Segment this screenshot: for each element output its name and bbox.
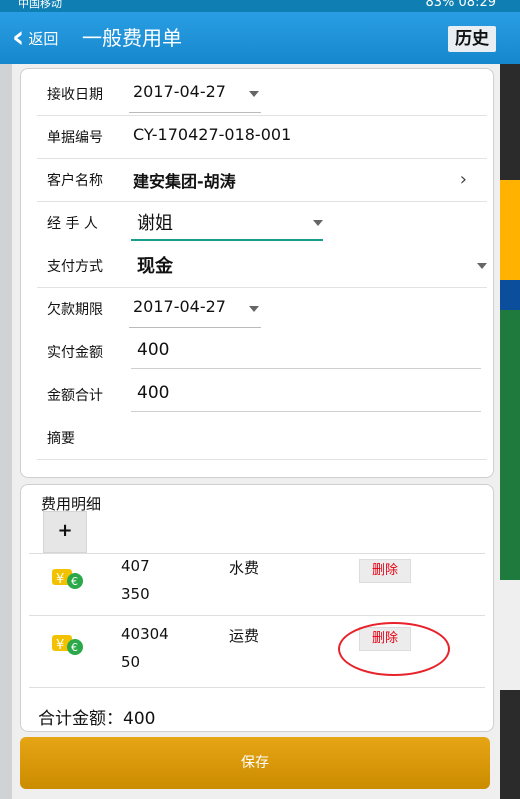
paid-amount-label: 实付金额 <box>47 345 103 361</box>
total-amount-input[interactable]: 400 <box>137 383 169 403</box>
receive-date-select[interactable]: 2017-04-27 <box>133 82 226 101</box>
fee-details-card: 费用明细 + ¥ € 407 350 水费 删除 ¥ € 40304 50 运费… <box>20 484 494 732</box>
chevron-left-icon: ‹ <box>12 20 25 55</box>
memo-label: 摘要 <box>47 431 75 447</box>
background-page-left <box>0 50 12 799</box>
fee-code: 40304 <box>121 625 169 643</box>
status-bar: 中国移动 83% 08:29 <box>0 0 520 12</box>
delete-button[interactable]: 删除 <box>359 559 411 583</box>
app-header: ‹ 返回 一般费用单 历史 <box>0 12 520 64</box>
total-amount-row: 金额合计 400 <box>37 374 487 416</box>
receive-date-row: 接收日期 2017-04-27 <box>37 73 487 116</box>
paid-amount-input[interactable]: 400 <box>137 340 169 360</box>
svg-text:¥: ¥ <box>56 572 64 587</box>
due-date-label: 欠款期限 <box>47 302 103 318</box>
history-button[interactable]: 历史 <box>448 26 496 52</box>
paid-amount-row: 实付金额 400 <box>37 331 487 373</box>
handler-select[interactable]: 谢姐 <box>137 209 173 235</box>
yen-money-icon: ¥ € <box>52 635 83 655</box>
page-title: 一般费用单 <box>82 26 182 50</box>
fee-amount: 350 <box>121 585 150 603</box>
receive-date-label: 接收日期 <box>47 87 103 103</box>
dropdown-arrow-icon <box>313 220 323 226</box>
due-date-row: 欠款期限 2017-04-27 <box>37 288 487 330</box>
total-amount-label: 金额合计 <box>47 388 103 404</box>
fee-amount: 50 <box>121 653 141 671</box>
customer-row[interactable]: 客户名称 建安集团-胡涛 › <box>37 159 487 202</box>
due-date-select[interactable]: 2017-04-27 <box>133 297 226 316</box>
doc-number-value: CY-170427-018-001 <box>133 125 292 144</box>
battery-clock: 83% 08:29 <box>425 0 497 10</box>
dropdown-arrow-icon <box>249 91 259 97</box>
back-label: 返回 <box>28 29 59 48</box>
payment-method-select[interactable]: 现金 <box>137 252 173 278</box>
svg-text:¥: ¥ <box>56 638 64 653</box>
handler-label: 经 手 人 <box>47 216 98 232</box>
carrier-label: 中国移动 <box>18 0 62 10</box>
chevron-right-icon[interactable]: › <box>460 169 467 190</box>
fee-name: 运费 <box>229 627 260 645</box>
fee-code: 407 <box>121 557 150 575</box>
svg-text:€: € <box>71 641 78 654</box>
payment-method-row: 支付方式 现金 <box>37 245 487 288</box>
handler-row: 经 手 人 谢姐 <box>37 202 487 244</box>
svg-text:€: € <box>71 575 78 588</box>
fee-name: 水费 <box>229 559 260 577</box>
main-panel: 接收日期 2017-04-27 单据编号 CY-170427-018-001 客… <box>12 64 500 799</box>
save-button[interactable]: 保存 <box>20 737 490 789</box>
yen-money-icon: ¥ € <box>52 569 83 589</box>
add-fee-button[interactable]: + <box>43 511 87 553</box>
doc-number-row: 单据编号 CY-170427-018-001 <box>37 116 487 159</box>
doc-number-label: 单据编号 <box>47 130 103 146</box>
back-button[interactable]: ‹ 返回 <box>12 22 58 54</box>
memo-row[interactable]: 摘要 <box>37 417 487 460</box>
customer-label: 客户名称 <box>47 173 103 189</box>
total-amount-summary: 合计金额：400 <box>38 709 156 729</box>
highlight-circle <box>338 622 450 676</box>
dropdown-arrow-icon <box>249 306 259 312</box>
customer-value[interactable]: 建安集团-胡涛 <box>133 168 236 192</box>
form-card: 接收日期 2017-04-27 单据编号 CY-170427-018-001 客… <box>20 68 494 478</box>
dropdown-arrow-icon <box>477 263 487 269</box>
payment-method-label: 支付方式 <box>47 259 103 275</box>
